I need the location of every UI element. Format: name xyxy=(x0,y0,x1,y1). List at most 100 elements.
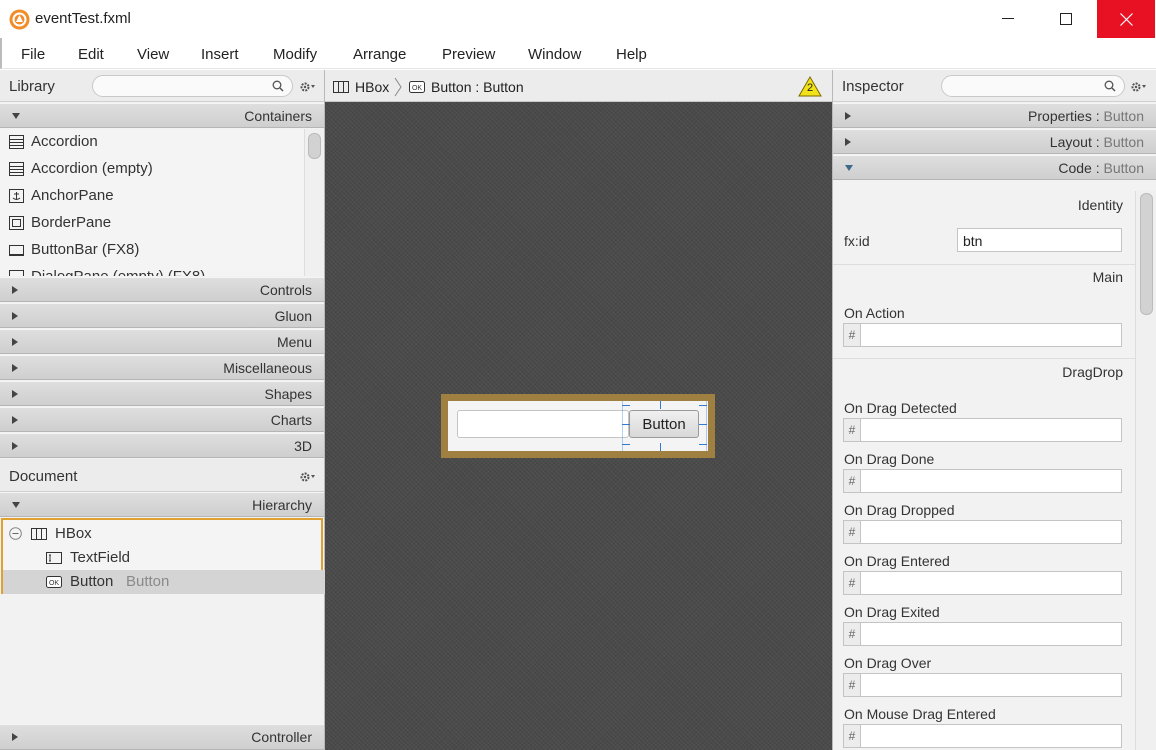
on-drag-entered-input[interactable]: # xyxy=(843,571,1122,595)
inspector-header: Inspector xyxy=(833,70,1156,102)
section-miscellaneous[interactable]: Miscellaneous xyxy=(0,355,324,380)
section-3d[interactable]: 3D xyxy=(0,433,324,458)
section-charts[interactable]: Charts xyxy=(0,407,324,432)
library-search-input[interactable] xyxy=(92,75,293,97)
minimize-button[interactable] xyxy=(979,0,1037,38)
inspector-gear-icon[interactable] xyxy=(1131,81,1147,93)
menu-arrange[interactable]: Arrange xyxy=(353,46,406,63)
hash-prefix: # xyxy=(844,572,861,594)
document-gear-icon[interactable] xyxy=(300,471,316,483)
library-item-dialogpane[interactable]: DialogPane (empty) (FX8) xyxy=(0,264,304,276)
section-layout[interactable]: Layout : Button xyxy=(833,129,1156,154)
menu-window[interactable]: Window xyxy=(528,46,581,63)
section-controller[interactable]: Controller xyxy=(0,724,324,750)
section-label: Charts xyxy=(270,412,312,428)
on-drag-exited-input[interactable]: # xyxy=(843,622,1122,646)
on-mouse-drag-entered-input[interactable]: # xyxy=(843,724,1122,748)
section-label: Miscellaneous xyxy=(223,360,312,376)
warning-badge[interactable]: 2 xyxy=(798,76,822,97)
warning-count: 2 xyxy=(806,82,814,94)
selection-handle[interactable] xyxy=(622,444,630,445)
tree-label: Button xyxy=(70,573,114,590)
inspector-scroll-thumb[interactable] xyxy=(1140,193,1153,315)
selection-handle[interactable] xyxy=(622,405,630,406)
library-item-buttonbar[interactable]: ButtonBar (FX8) xyxy=(0,237,304,264)
hash-prefix: # xyxy=(844,324,861,346)
breadcrumb-current[interactable]: Button : Button xyxy=(431,79,524,95)
on-drag-over-label: On Drag Over xyxy=(844,655,932,671)
on-drag-dropped-input[interactable]: # xyxy=(843,520,1122,544)
inspector-title: Inspector xyxy=(842,78,904,95)
maximize-button[interactable] xyxy=(1037,0,1095,38)
section-label: Controller xyxy=(251,729,312,745)
breadcrumb-hbox[interactable]: HBox xyxy=(355,79,389,95)
menu-edit[interactable]: Edit xyxy=(78,46,104,63)
fxid-input[interactable]: btn xyxy=(957,228,1122,252)
library-gear-icon[interactable] xyxy=(300,81,316,93)
on-drag-detected-input[interactable]: # xyxy=(843,418,1122,442)
library-scroll-thumb[interactable] xyxy=(308,133,321,159)
section-gluon[interactable]: Gluon xyxy=(0,303,324,328)
hbox-preview[interactable]: Button xyxy=(448,401,708,451)
menu-insert[interactable]: Insert xyxy=(201,46,239,63)
close-icon xyxy=(1119,12,1133,26)
anchor-icon xyxy=(9,189,24,203)
selection-handle[interactable] xyxy=(699,405,707,406)
close-button[interactable] xyxy=(1097,0,1155,38)
code-section-body: Identity fx:id btn Main On Action # Drag… xyxy=(833,191,1135,750)
section-menu[interactable]: Menu xyxy=(0,329,324,354)
menu-view[interactable]: View xyxy=(137,46,169,63)
expand-right-icon xyxy=(12,338,18,346)
preview-textfield[interactable] xyxy=(457,410,629,438)
library-item-accordion[interactable]: Accordion xyxy=(0,129,304,156)
section-label: Layout : Button xyxy=(1049,134,1144,150)
hbox-icon xyxy=(31,528,47,540)
on-drag-over-input[interactable]: # xyxy=(843,673,1122,697)
tree-row-hbox[interactable]: HBox xyxy=(3,522,325,546)
inspector-search-input[interactable] xyxy=(941,75,1125,97)
accordion-icon xyxy=(9,135,24,149)
tree-row-textfield[interactable]: TextField xyxy=(3,546,325,570)
library-item-accordion-empty[interactable]: Accordion (empty) xyxy=(0,156,304,183)
section-controls[interactable]: Controls xyxy=(0,277,324,302)
library-item-anchorpane[interactable]: AnchorPane xyxy=(0,183,304,210)
selection-handle[interactable] xyxy=(660,401,661,409)
selection-handle[interactable] xyxy=(699,444,707,445)
dragdrop-heading: DragDrop xyxy=(1062,364,1123,380)
library-scrollbar[interactable] xyxy=(304,129,324,276)
menu-file[interactable]: File xyxy=(21,46,45,63)
selection-handle[interactable] xyxy=(699,424,707,425)
menu-bar: File Edit View Insert Modify Arrange Pre… xyxy=(0,38,1156,69)
tree-row-button[interactable]: OK Button Button xyxy=(3,570,325,594)
selection-handle[interactable] xyxy=(660,443,661,451)
section-shapes[interactable]: Shapes xyxy=(0,381,324,406)
menu-preview[interactable]: Preview xyxy=(442,46,495,63)
expand-right-icon xyxy=(12,312,18,320)
svg-text:OK: OK xyxy=(412,85,422,92)
section-hierarchy[interactable]: Hierarchy xyxy=(0,492,324,517)
section-properties[interactable]: Properties : Button xyxy=(833,103,1156,128)
accordion-icon xyxy=(9,162,24,176)
section-label: 3D xyxy=(294,438,312,454)
section-label: Containers xyxy=(244,108,312,124)
section-containers[interactable]: Containers xyxy=(0,103,324,128)
on-action-input[interactable]: # xyxy=(843,323,1122,347)
window-title: eventTest.fxml xyxy=(35,10,131,27)
on-drag-done-input[interactable]: # xyxy=(843,469,1122,493)
hierarchy-tree: HBox TextField OK Button Button xyxy=(1,518,325,594)
buttonbar-icon xyxy=(9,245,24,256)
library-item-label: AnchorPane xyxy=(31,187,114,204)
title-bar: eventTest.fxml xyxy=(0,0,1156,38)
menu-modify[interactable]: Modify xyxy=(273,46,317,63)
selection-handle[interactable] xyxy=(622,424,630,425)
expand-right-icon xyxy=(12,286,18,294)
inspector-scrollbar[interactable] xyxy=(1135,191,1156,750)
menu-help[interactable]: Help xyxy=(616,46,647,63)
section-code[interactable]: Code : Button xyxy=(833,155,1156,180)
preview-button[interactable]: Button xyxy=(629,410,699,438)
collapse-circle-icon[interactable] xyxy=(9,527,22,540)
library-item-borderpane[interactable]: BorderPane xyxy=(0,210,304,237)
canvas-area[interactable]: HBox OK Button : Button 2 Button xyxy=(325,70,832,750)
hbox-selection-frame[interactable]: Button xyxy=(441,394,715,458)
hash-prefix: # xyxy=(844,674,861,696)
